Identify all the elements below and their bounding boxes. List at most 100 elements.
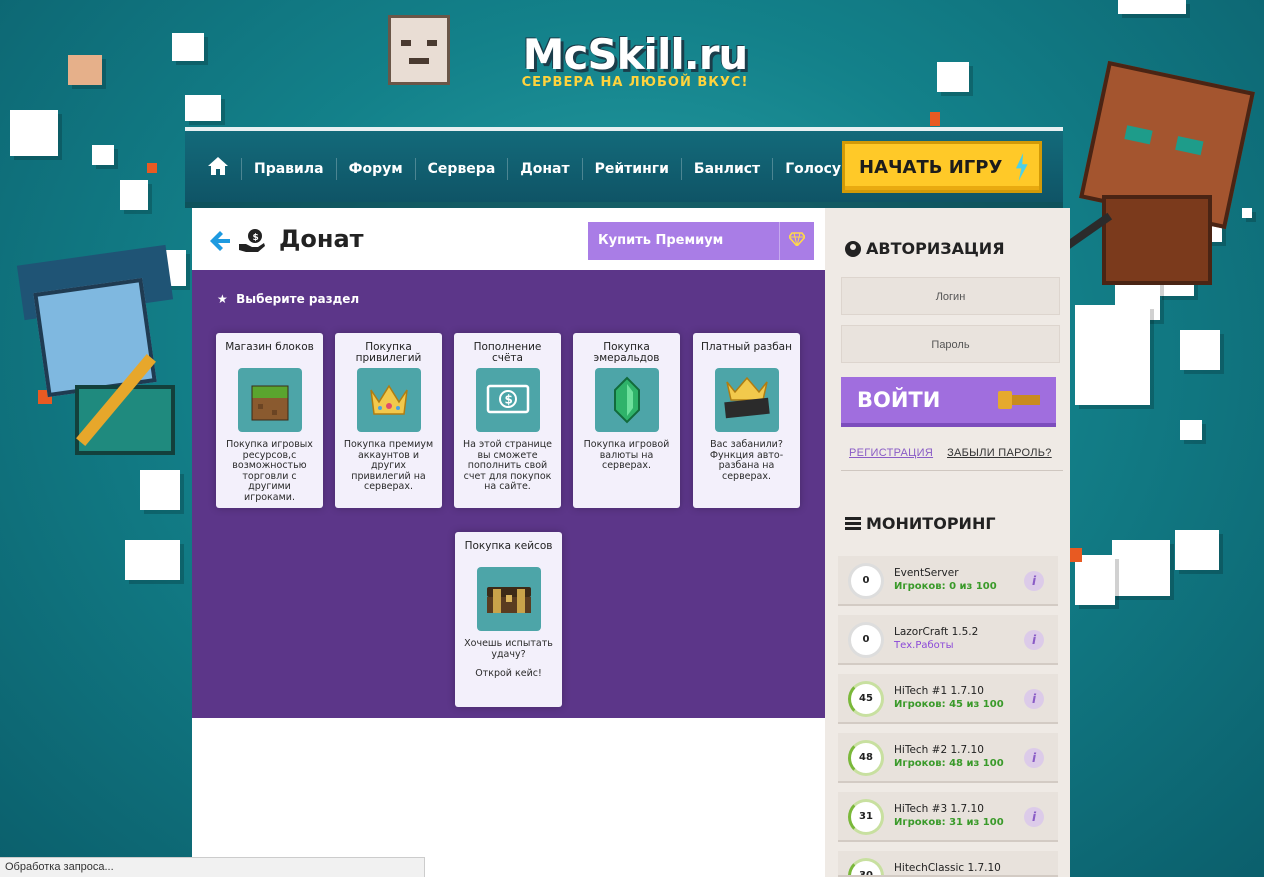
server-status: Игроков: 45 из 100 xyxy=(894,699,1004,710)
hero-character-image xyxy=(0,244,195,455)
decor-cube xyxy=(185,95,221,121)
info-icon[interactable]: i xyxy=(1024,571,1044,591)
card-description: Покупка премиум аккаунтов и других приви… xyxy=(343,439,434,492)
decor-cube xyxy=(930,112,940,126)
key-icon xyxy=(998,391,1040,409)
card-unban[interactable]: Платный разбан Вас забанили? Функция авт… xyxy=(693,333,800,508)
lightning-icon xyxy=(1015,153,1028,181)
hand-coin-icon: $ xyxy=(238,228,266,254)
emerald-icon xyxy=(594,368,659,432)
svg-text:$: $ xyxy=(504,393,512,407)
svg-text:$: $ xyxy=(253,233,259,243)
server-status: Игроков: 48 из 100 xyxy=(894,758,1004,769)
login-field[interactable]: Логин xyxy=(841,277,1060,315)
decor-cube xyxy=(1180,330,1220,370)
decor-cube xyxy=(1068,548,1082,562)
decor-cube xyxy=(140,470,180,510)
player-count-badge: 31 xyxy=(848,799,884,835)
server-item-hitech-3[interactable]: 31 HiTech #3 1.7.10 Игроков: 31 из 100 i xyxy=(838,792,1058,842)
home-icon[interactable] xyxy=(207,155,229,177)
password-field[interactable]: Пароль xyxy=(841,325,1060,363)
card-topup[interactable]: Пополнение счёта $ На этой странице вы с… xyxy=(454,333,561,508)
arrow-left-icon[interactable] xyxy=(210,230,232,252)
nav-item-donate[interactable]: Донат xyxy=(507,157,581,180)
server-name: HiTech #3 1.7.10 xyxy=(894,803,984,815)
nav-item-ratings[interactable]: Рейтинги xyxy=(581,157,681,180)
nav-item-servers[interactable]: Сервера xyxy=(414,157,508,180)
section-heading-label: Выберите раздел xyxy=(236,292,360,306)
card-title: Покупка привилегий xyxy=(355,341,422,364)
player-count-badge: 45 xyxy=(848,681,884,717)
decor-cube xyxy=(1075,305,1150,405)
grass-block-icon xyxy=(237,368,302,432)
nav-menu: Правила Форум Сервера Донат Рейтинги Бан… xyxy=(241,131,863,206)
decor-cube xyxy=(68,55,102,85)
page-header: $ Донат Купить Премиум Аккаунт xyxy=(192,208,825,286)
decor-cube xyxy=(1175,530,1219,570)
card-emeralds[interactable]: Покупка эмеральдов Покупка игровой валют… xyxy=(573,333,680,508)
sidebar: АВТОРИЗАЦИЯ Логин Пароль ВОЙТИ РЕГИСТРАЦ… xyxy=(825,208,1070,877)
decor-cube xyxy=(937,62,969,92)
card-description-extra: Открой кейс! xyxy=(475,668,542,679)
info-icon[interactable]: i xyxy=(1024,807,1044,827)
decor-cube xyxy=(1112,540,1170,596)
server-name: LazorCraft 1.5.2 xyxy=(894,626,979,638)
decor-cube xyxy=(147,163,157,173)
nav-item-banlist[interactable]: Банлист xyxy=(680,157,772,180)
buy-premium-button[interactable]: Купить Премиум Аккаунт xyxy=(588,222,814,286)
server-name: HitechClassic 1.7.10 xyxy=(894,862,1001,874)
card-block-shop[interactable]: Магазин блоков Покупка игровых ресурсов,… xyxy=(216,333,323,508)
crown-icon xyxy=(356,368,421,432)
server-name: HiTech #1 1.7.10 xyxy=(894,685,984,697)
server-icon xyxy=(845,516,861,531)
page-title: Донат xyxy=(279,225,364,253)
diamond-icon xyxy=(780,232,814,250)
card-title: Платный разбан xyxy=(701,341,792,353)
card-privileges[interactable]: Покупка привилегий Покупка премиум аккау… xyxy=(335,333,442,508)
decor-cube xyxy=(1075,555,1115,605)
decor-cube xyxy=(172,33,204,61)
browser-status-bar: Обработка запроса... xyxy=(0,857,425,877)
section-heading: ★ Выберите раздел xyxy=(217,292,359,306)
info-icon[interactable]: i xyxy=(1024,748,1044,768)
unban-crown-icon xyxy=(714,368,779,432)
player-count-badge: 0 xyxy=(848,563,884,599)
register-link[interactable]: РЕГИСТРАЦИЯ xyxy=(849,447,933,459)
nav-item-rules[interactable]: Правила xyxy=(241,157,336,180)
server-name: HiTech #2 1.7.10 xyxy=(894,744,984,756)
forgot-password-link[interactable]: ЗАБЫЛИ ПАРОЛЬ? xyxy=(947,447,1052,459)
info-icon[interactable]: i xyxy=(1024,689,1044,709)
login-button-label: ВОЙТИ xyxy=(857,388,941,412)
user-icon xyxy=(845,240,861,257)
start-game-button[interactable]: НАЧАТЬ ИГРУ xyxy=(842,141,1042,193)
card-description: На этой странице вы сможете пополнить св… xyxy=(462,439,553,492)
login-button[interactable]: ВОЙТИ xyxy=(841,377,1056,427)
card-title: Магазин блоков xyxy=(225,341,314,353)
server-item-eventserver[interactable]: 0 EventServer Игроков: 0 из 100 i xyxy=(838,556,1058,606)
logo-title: McSkill.ru xyxy=(522,30,749,79)
divider xyxy=(841,470,1063,471)
decor-cube xyxy=(10,110,58,156)
player-count-badge: 30 xyxy=(848,858,884,875)
server-item-hitech-1[interactable]: 45 HiTech #1 1.7.10 Игроков: 45 из 100 i xyxy=(838,674,1058,724)
card-title: Пополнение счёта xyxy=(473,341,542,364)
decor-cube xyxy=(1180,420,1202,440)
ghast-mascot-image xyxy=(388,15,450,85)
server-item-hitech-2[interactable]: 48 HiTech #2 1.7.10 Игроков: 48 из 100 i xyxy=(838,733,1058,783)
nav-item-forum[interactable]: Форум xyxy=(335,157,415,180)
card-description: Покупка игровых ресурсов,с возможностью … xyxy=(226,439,313,503)
decor-cube xyxy=(1118,0,1186,14)
server-name: EventServer xyxy=(894,567,959,579)
server-item-lazorcraft[interactable]: 0 LazorCraft 1.5.2 Тех.Работы i xyxy=(838,615,1058,665)
monitoring-heading: МОНИТОРИНГ xyxy=(845,514,996,533)
top-navigation: Правила Форум Сервера Донат Рейтинги Бан… xyxy=(185,127,1063,202)
card-cases[interactable]: Покупка кейсов Хочешь испытать удачу? От… xyxy=(455,532,562,707)
server-item-hitechclassic[interactable]: 30 HitechClassic 1.7.10 xyxy=(838,851,1058,877)
player-count-badge: 0 xyxy=(848,622,884,658)
site-logo[interactable]: McSkill.ru СЕРВЕРА НА ЛЮБОЙ ВКУС! xyxy=(505,30,765,90)
server-status: Игроков: 0 из 100 xyxy=(894,581,997,592)
info-icon[interactable]: i xyxy=(1024,630,1044,650)
card-description: Хочешь испытать удачу? xyxy=(464,638,553,660)
decor-cube xyxy=(125,540,180,580)
chest-icon xyxy=(476,567,541,631)
